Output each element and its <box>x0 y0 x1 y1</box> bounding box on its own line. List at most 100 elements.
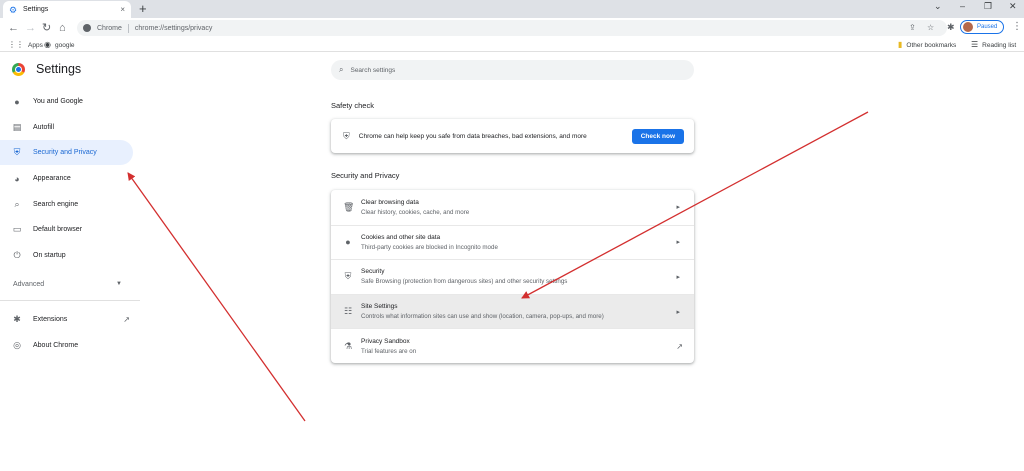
privacy-card: 🗑 Clear browsing data Clear history, coo… <box>331 190 694 363</box>
chrome-icon: ◎ <box>13 340 21 350</box>
chevron-down-icon[interactable]: ▼ <box>116 281 122 287</box>
browser-icon: ▭ <box>12 224 22 234</box>
bookmark-label: Apps <box>28 41 43 49</box>
flask-icon: ⚗ <box>343 340 353 351</box>
sidebar-item-extensions[interactable]: ✱ Extensions ↗ <box>0 307 140 332</box>
other-bookmarks-label: Other bookmarks <box>906 41 957 49</box>
sidebar-item-default-browser[interactable]: ▭ Default browser <box>0 217 133 242</box>
row-site-settings[interactable]: ☷ Site Settings Controls what informatio… <box>331 293 694 329</box>
row-security[interactable]: ⛨ Security Safe Browsing (protection fro… <box>331 259 694 294</box>
profile-button[interactable]: Paused <box>960 20 1004 34</box>
power-icon: ⏻ <box>13 250 21 260</box>
chevron-down-icon[interactable]: ⌄ <box>934 1 942 12</box>
search-icon: ⌕ <box>339 65 344 74</box>
avatar <box>963 22 973 32</box>
sidebar-item-autofill[interactable]: ▤ Autofill <box>0 115 133 140</box>
kebab-menu-icon[interactable]: ⋮ <box>1012 21 1022 32</box>
url-text[interactable]: chrome://settings/privacy <box>135 25 212 32</box>
shield-icon: ⛨ <box>344 271 352 282</box>
search-input[interactable]: ⌕ Search settings <box>331 60 694 80</box>
tab-settings[interactable]: ⚙ Settings × <box>3 1 131 18</box>
puzzle-icon: ✱ <box>13 314 21 324</box>
sidebar-item-label: Extensions <box>33 316 68 323</box>
palette-icon: ◕ <box>14 173 20 184</box>
sidebar-item-on-startup[interactable]: ⏻ On startup <box>0 243 133 268</box>
sidebar-item-appearance[interactable]: ◕ Appearance <box>0 166 133 191</box>
chevron-right-icon: ▸ <box>676 273 680 281</box>
sidebar-item-label: Search engine <box>33 201 79 208</box>
close-tab-icon[interactable]: × <box>120 5 125 14</box>
back-icon[interactable]: ← <box>8 21 19 35</box>
search-placeholder: Search settings <box>350 66 396 74</box>
chevron-right-icon: ▸ <box>676 239 680 247</box>
apps-icon: ⋮⋮ <box>8 40 24 49</box>
safety-check-text: Chrome can help keep you safe from data … <box>358 132 587 140</box>
tab-strip: ⚙ Settings × + ⌄ – ❐ ✕ <box>0 0 1024 18</box>
chrome-logo-icon <box>12 62 25 76</box>
check-now-button[interactable]: Check now <box>631 128 684 144</box>
settings-brand: Settings <box>12 62 81 76</box>
close-window-icon[interactable]: ✕ <box>1009 1 1017 12</box>
shield-icon: ⛨ <box>13 147 21 157</box>
extensions-puzzle-icon[interactable]: ✱ <box>947 22 955 33</box>
reload-icon[interactable]: ↻ <box>42 21 51 35</box>
sidebar-item-label: Appearance <box>33 175 71 182</box>
reading-list-label: Reading list <box>982 41 1017 49</box>
new-tab-button[interactable]: + <box>139 2 147 15</box>
tab-title: Settings <box>23 6 49 13</box>
sidebar-item-label: Security and Privacy <box>33 149 97 156</box>
other-bookmarks[interactable]: ▮ Other bookmarks <box>898 41 956 49</box>
row-title: Security <box>361 268 385 276</box>
sidebar-item-label: You and Google <box>33 98 83 105</box>
row-subtitle: Trial features are on <box>361 347 417 355</box>
google-icon: ◉ <box>44 40 51 49</box>
shield-icon: ⛨ <box>343 130 350 141</box>
sidebar-item-label: Autofill <box>33 124 55 131</box>
search-icon: ⌕ <box>14 199 20 209</box>
toolbar: ← → ↻ ⌂ Chrome chrome://settings/privacy… <box>0 18 1024 38</box>
site-info-icon[interactable] <box>83 24 91 32</box>
row-title: Privacy Sandbox <box>361 337 410 345</box>
folder-icon: ▮ <box>898 40 903 49</box>
row-cookies[interactable]: ● Cookies and other site data Third-part… <box>331 224 694 260</box>
share-icon[interactable]: ⇪ <box>909 23 916 32</box>
advanced-toggle[interactable]: Advanced <box>13 281 44 288</box>
row-privacy-sandbox[interactable]: ⚗ Privacy Sandbox Trial features are on … <box>331 328 694 363</box>
row-title: Site Settings <box>361 303 398 311</box>
sidebar-item-label: On startup <box>33 252 66 259</box>
sidebar-item-you-and-google[interactable]: ● You and Google <box>0 89 133 114</box>
row-subtitle: Safe Browsing (protection from dangerous… <box>361 278 568 286</box>
person-icon: ● <box>14 96 20 107</box>
clipboard-icon: ▤ <box>12 122 22 132</box>
omnibox-chip: Chrome <box>97 24 122 32</box>
chevron-right-icon: ▸ <box>676 308 680 316</box>
profile-status: Paused <box>977 24 998 30</box>
bookmark-label: google <box>54 41 75 49</box>
minimize-icon[interactable]: – <box>960 1 965 11</box>
external-link-icon: ↗ <box>676 341 683 351</box>
forward-icon[interactable]: → <box>25 21 36 35</box>
row-title: Cookies and other site data <box>361 233 441 241</box>
annotation-arrow-sidebar <box>127 172 306 422</box>
omnibox-divider <box>127 23 129 33</box>
chevron-right-icon: ▸ <box>676 204 680 212</box>
row-subtitle: Controls what information sites can use … <box>361 313 604 321</box>
bookmark-google[interactable]: ◉ google <box>44 41 75 49</box>
reading-list-icon: ☰ <box>971 40 979 49</box>
sidebar-item-search-engine[interactable]: ⌕ Search engine <box>0 192 133 217</box>
row-clear-browsing-data[interactable]: 🗑 Clear browsing data Clear history, coo… <box>331 190 694 225</box>
row-title: Clear browsing data <box>361 198 419 206</box>
star-icon[interactable]: ☆ <box>927 23 934 32</box>
reading-list[interactable]: ☰ Reading list <box>971 41 1016 49</box>
sidebar-item-security-and-privacy[interactable]: ⛨ Security and Privacy <box>0 140 133 165</box>
restore-icon[interactable]: ❐ <box>984 1 992 12</box>
row-subtitle: Third-party cookies are blocked in Incog… <box>361 243 498 251</box>
home-icon[interactable]: ⌂ <box>59 21 66 35</box>
address-bar[interactable]: Chrome chrome://settings/privacy ⇪ ☆ <box>77 20 947 36</box>
external-link-icon: ↗ <box>123 315 130 324</box>
bookmark-apps[interactable]: ⋮⋮ Apps <box>8 41 43 49</box>
sidebar-item-about-chrome[interactable]: ◎ About Chrome <box>0 333 133 358</box>
sidebar-divider <box>0 300 140 301</box>
sliders-icon: ☷ <box>343 306 353 317</box>
row-subtitle: Clear history, cookies, cache, and more <box>361 208 470 216</box>
